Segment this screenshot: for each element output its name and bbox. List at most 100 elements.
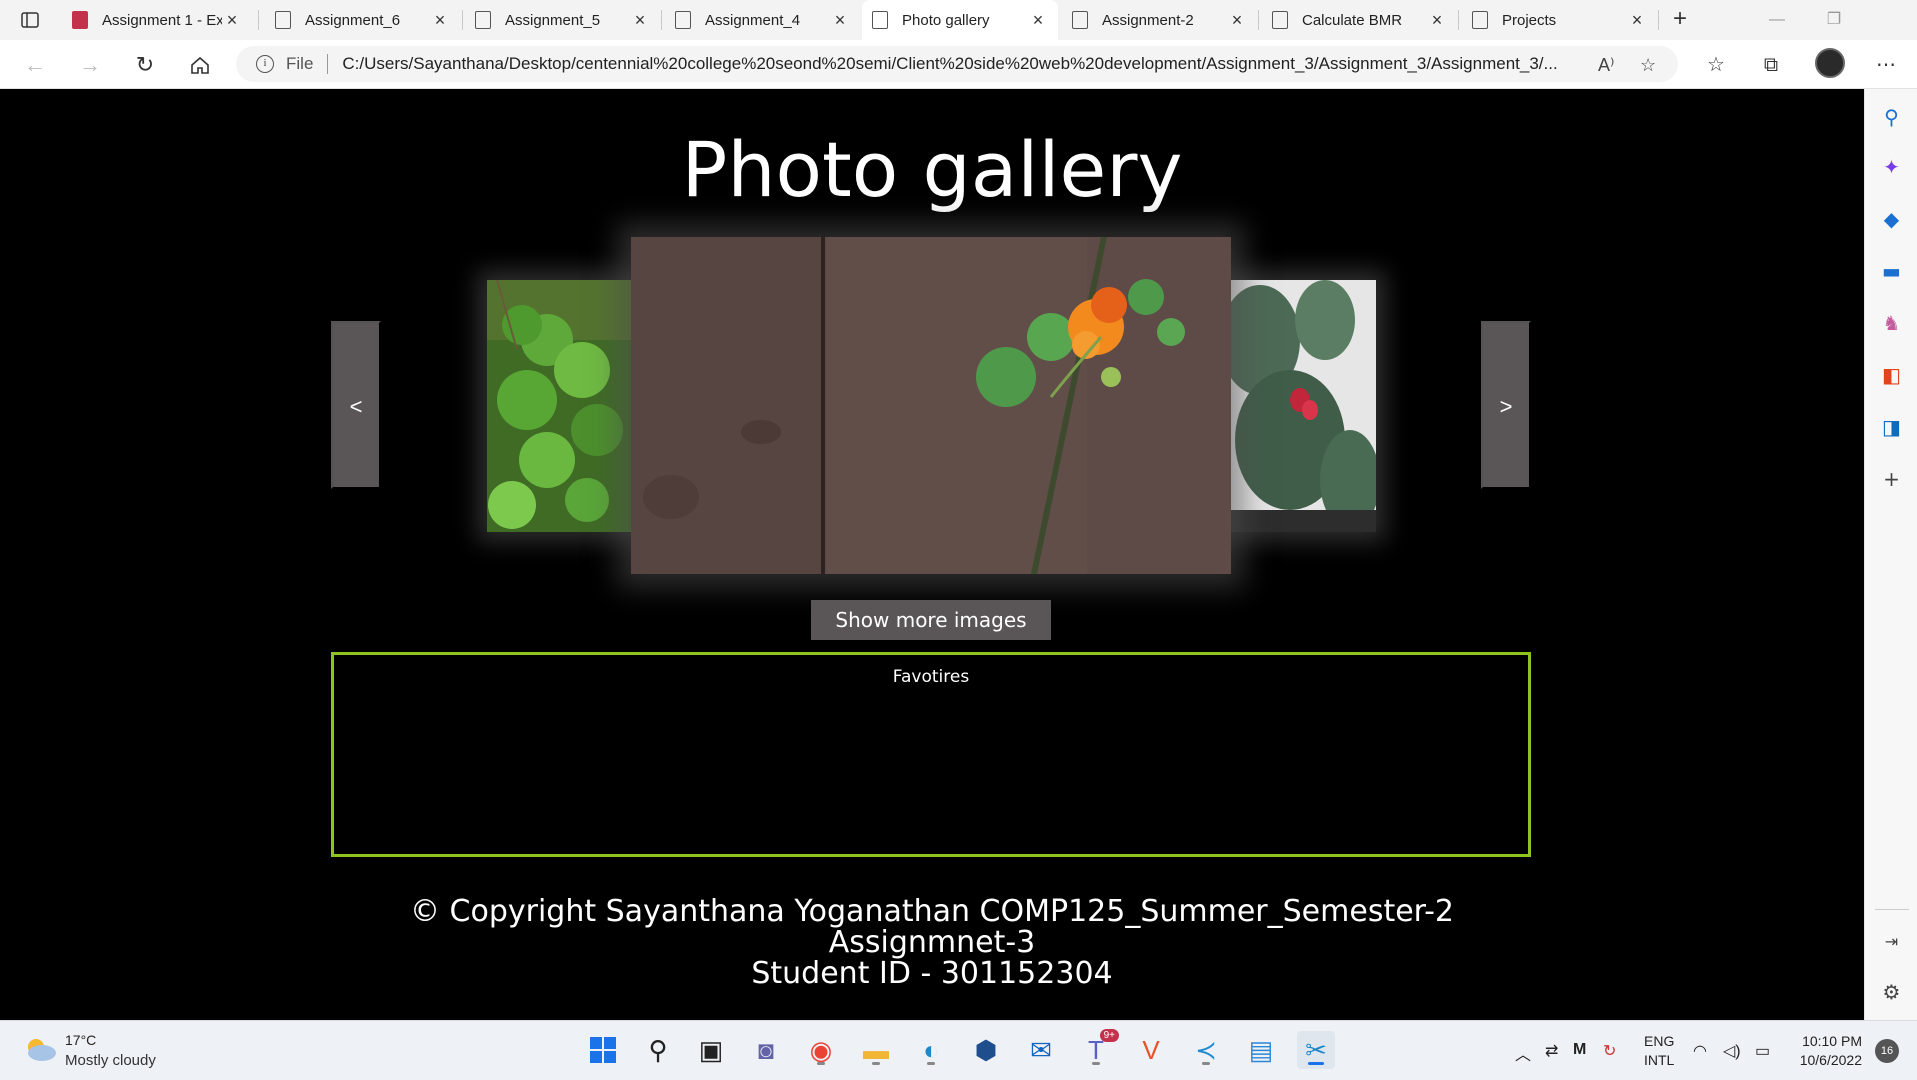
collections-icon[interactable]: ⧉ <box>1758 52 1784 78</box>
snipping-tool-icon: ✂ <box>1305 1034 1327 1065</box>
notepad-button[interactable]: ▤ <box>1242 1031 1280 1069</box>
more-menu-icon[interactable]: ⋯ <box>1873 52 1899 78</box>
file-icon <box>675 11 691 29</box>
network-transfer-icon[interactable]: ⇄ <box>1545 1041 1558 1061</box>
show-more-images-button[interactable]: Show more images <box>811 600 1051 640</box>
cloudy-weather-icon <box>28 1039 56 1061</box>
start-button[interactable] <box>584 1031 622 1069</box>
new-tab-button[interactable]: + <box>1666 6 1694 34</box>
weather-widget[interactable] <box>22 1035 58 1063</box>
outlook-icon[interactable]: ◨ <box>1865 412 1917 442</box>
search-button[interactable]: ⚲ <box>639 1031 677 1069</box>
shopping-tag-icon[interactable]: ◆ <box>1865 204 1917 234</box>
cube-icon: ⬢ <box>974 1034 998 1065</box>
clock-date: 10/6/2022 <box>1799 1052 1862 1068</box>
notification-count-badge[interactable]: 16 <box>1875 1039 1899 1063</box>
tab-assignment-6[interactable]: Assignment_6 × <box>265 0 460 40</box>
favorites-icon[interactable]: ☆ <box>1703 52 1729 78</box>
read-aloud-icon[interactable]: A⁾ <box>1598 55 1614 76</box>
tab-projects[interactable]: Projects × <box>1462 0 1657 40</box>
language-indicator[interactable]: ENG INTL <box>1644 1032 1674 1070</box>
tab-assignment-1[interactable]: Assignment 1 - Ex × <box>62 0 252 40</box>
vivaldi-icon: V <box>1142 1034 1160 1065</box>
hide-sidebar-icon[interactable]: ⇥ <box>1865 927 1917 957</box>
file-explorer-button[interactable]: ▬ <box>857 1031 895 1069</box>
folder-icon: ▬ <box>863 1034 889 1065</box>
tab-assignment-5[interactable]: Assignment_5 × <box>465 0 660 40</box>
home-button[interactable] <box>185 50 215 80</box>
running-indicator <box>927 1062 935 1065</box>
tab-separator <box>661 10 662 30</box>
next-image-button[interactable]: > <box>1481 321 1531 489</box>
edge-button[interactable]: ◐ <box>912 1031 950 1069</box>
windows-taskbar: 17°C Mostly cloudy ⚲ ▣ ◙ ◉ ▬ ◐ ⬢ ✉ T 9+ V… <box>0 1020 1917 1080</box>
tab-title: Photo gallery <box>902 11 990 29</box>
refresh-button[interactable]: ↻ <box>130 50 160 80</box>
windows-icon <box>590 1037 616 1063</box>
volume-icon[interactable]: ◁) <box>1723 1041 1741 1061</box>
home-icon <box>191 56 209 74</box>
tab-assignment-2[interactable]: Assignment-2 × <box>1062 0 1257 40</box>
add-sidebar-app-icon[interactable]: + <box>1865 464 1917 494</box>
cactus-photo <box>1230 280 1376 532</box>
address-bar[interactable]: i File C:/Users/Sayanthana/Desktop/cente… <box>236 46 1678 82</box>
back-button[interactable]: ← <box>20 50 50 80</box>
close-icon[interactable]: × <box>430 10 450 31</box>
chrome-button[interactable]: ◉ <box>802 1031 840 1069</box>
close-icon[interactable]: × <box>1427 10 1447 31</box>
show-hidden-icons-chevron-icon[interactable]: ︿ <box>1515 1041 1531 1065</box>
office-icon[interactable]: ◧ <box>1865 360 1917 390</box>
settings-gear-icon[interactable]: ⚙ <box>1865 977 1917 1007</box>
tools-icon[interactable]: ▬ <box>1865 256 1917 286</box>
teams-chat-button[interactable]: ◙ <box>747 1031 785 1069</box>
restore-button[interactable]: ❐ <box>1814 6 1854 34</box>
minimize-button[interactable]: — <box>1757 6 1797 34</box>
gallery-image-clover[interactable] <box>487 280 633 532</box>
vscode-button[interactable]: ≺ <box>1187 1031 1225 1069</box>
vivaldi-button[interactable]: V <box>1132 1031 1170 1069</box>
copilot-icon[interactable]: ✦ <box>1865 152 1917 182</box>
tab-photo-gallery[interactable]: Photo gallery × <box>862 0 1058 40</box>
task-view-button[interactable]: ▣ <box>692 1031 730 1069</box>
close-icon[interactable]: × <box>1227 10 1247 31</box>
running-indicator <box>872 1062 880 1065</box>
profile-avatar[interactable] <box>1815 48 1845 78</box>
running-indicator <box>817 1062 825 1065</box>
url-text[interactable]: C:/Users/Sayanthana/Desktop/centennial%2… <box>342 54 1577 74</box>
battery-icon[interactable]: ▭ <box>1755 1041 1770 1061</box>
snipping-tool-button[interactable]: ✂ <box>1297 1031 1335 1069</box>
minimize-icon: — <box>1769 11 1785 28</box>
games-icon[interactable]: ♞ <box>1865 308 1917 338</box>
system-clock[interactable]: 10:10 PM 10/6/2022 <box>1790 1032 1862 1070</box>
footer-student-id: Student ID - 301152304 <box>751 956 1113 991</box>
tab-separator <box>258 10 259 30</box>
forward-button[interactable]: → <box>75 50 105 80</box>
close-icon[interactable]: × <box>630 10 650 31</box>
chrome-icon: ◉ <box>809 1034 833 1065</box>
teams-button[interactable]: T 9+ <box>1077 1029 1119 1069</box>
tab-actions-button[interactable] <box>12 8 48 32</box>
previous-image-button[interactable]: < <box>331 321 381 489</box>
file-icon <box>275 11 291 29</box>
tab-title: Calculate BMR <box>1302 11 1403 29</box>
close-icon[interactable]: × <box>830 10 850 31</box>
running-indicator <box>1092 1062 1100 1065</box>
sync-icon[interactable]: ↻ <box>1603 1041 1616 1061</box>
virtualbox-button[interactable]: ⬢ <box>967 1031 1005 1069</box>
close-icon[interactable]: × <box>1028 10 1048 31</box>
tray-app-icon[interactable]: M <box>1573 1041 1586 1059</box>
gallery-image-main[interactable] <box>631 237 1231 574</box>
wifi-icon[interactable]: ◠ <box>1693 1041 1707 1061</box>
close-icon[interactable]: × <box>1627 10 1647 31</box>
mail-button[interactable]: ✉ <box>1022 1031 1060 1069</box>
gallery-image-cactus[interactable] <box>1230 280 1376 532</box>
search-icon[interactable]: ⚲ <box>1865 102 1917 132</box>
tab-assignment-4[interactable]: Assignment_4 × <box>665 0 860 40</box>
close-icon[interactable]: × <box>222 10 242 31</box>
add-favorite-icon[interactable]: ☆ <box>1640 55 1656 76</box>
tab-calculate-bmr[interactable]: Calculate BMR × <box>1262 0 1457 40</box>
tab-title: Assignment-2 <box>1102 11 1194 29</box>
page-title: Photo gallery <box>681 125 1183 214</box>
edge-icon: ◐ <box>923 1034 939 1065</box>
vscode-icon: ≺ <box>1195 1034 1217 1065</box>
